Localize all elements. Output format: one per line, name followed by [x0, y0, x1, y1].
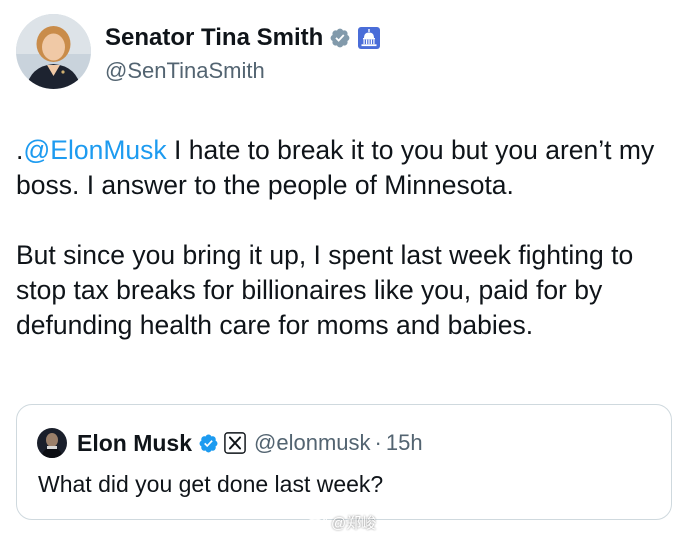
author-name-block: Senator Tina Smith @SenTinaSmith — [105, 22, 381, 84]
author-handle[interactable]: @SenTinaSmith — [105, 58, 381, 84]
verified-check-icon — [198, 433, 219, 454]
quoted-author-display-name[interactable]: Elon Musk — [77, 430, 192, 457]
tweet-paragraph-1: .@ElonMusk I hate to break it to you but… — [16, 133, 676, 203]
verified-check-icon — [329, 27, 351, 49]
tweet-text: .@ElonMusk I hate to break it to you but… — [16, 133, 676, 343]
quoted-tweet[interactable]: Elon Musk @elonmusk · 15h What did you g… — [16, 404, 672, 520]
quoted-tweet-text: What did you get done last week? — [38, 471, 384, 497]
watermark-text: @郑峻 — [331, 515, 377, 532]
tweet-header: Senator Tina Smith @SenTinaSmith — [16, 14, 381, 89]
capitol-building-icon — [357, 26, 381, 50]
weibo-icon — [305, 513, 327, 532]
author-display-name[interactable]: Senator Tina Smith — [105, 24, 323, 52]
tweet-card: Senator Tina Smith @SenTinaSmith .@ElonM… — [0, 0, 690, 537]
quoted-tweet-timestamp[interactable]: 15h — [386, 430, 423, 456]
watermark: @郑峻 — [305, 512, 376, 533]
timestamp-separator: · — [374, 430, 382, 455]
quoted-author-handle[interactable]: @elonmusk — [254, 430, 371, 456]
x-logo-icon — [224, 432, 246, 454]
author-name-row: Senator Tina Smith — [105, 22, 381, 54]
mention-link[interactable]: @ElonMusk — [23, 135, 166, 165]
author-avatar[interactable] — [16, 14, 91, 89]
quoted-author-avatar[interactable] — [37, 428, 67, 458]
quoted-tweet-header: Elon Musk @elonmusk · 15h — [37, 427, 423, 459]
tweet-paragraph-2: But since you bring it up, I spent last … — [16, 240, 634, 340]
